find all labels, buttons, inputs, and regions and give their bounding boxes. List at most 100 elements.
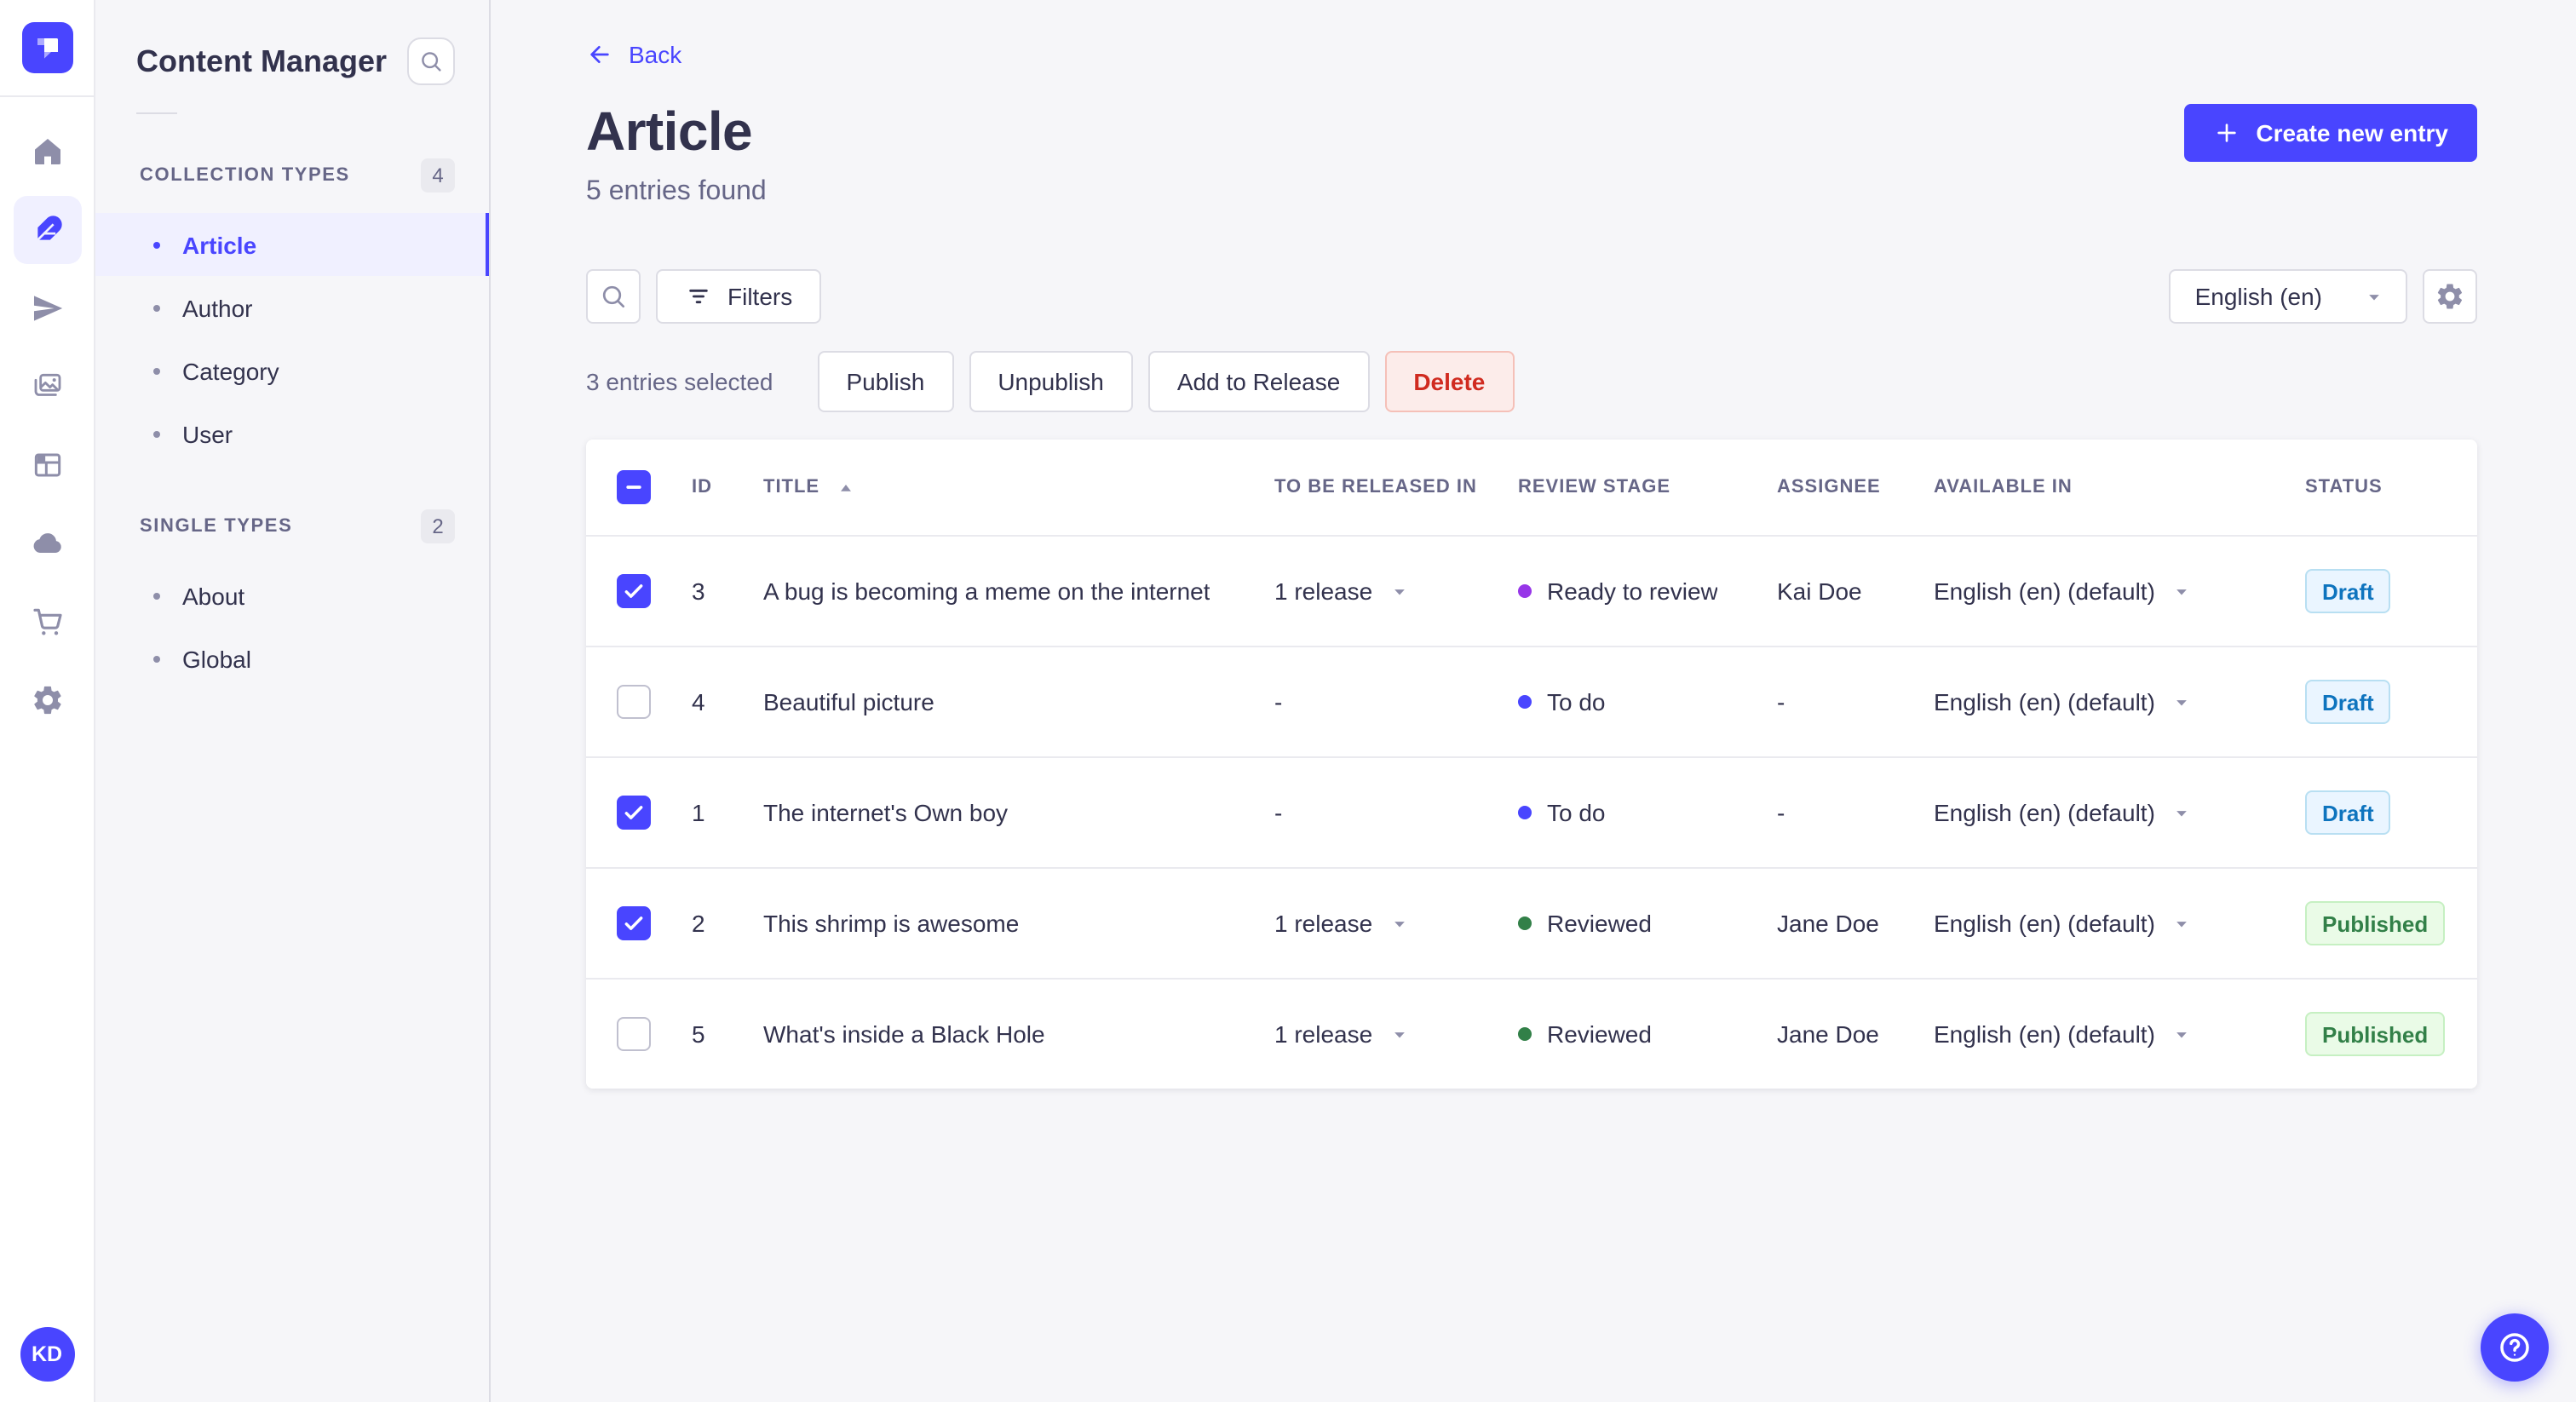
status-badge: Draft — [2305, 569, 2391, 613]
cell-title: What's inside a Black Hole — [763, 1020, 1274, 1048]
sidebar-item-article[interactable]: Article — [95, 213, 489, 276]
toolbar-left: Filters — [586, 269, 822, 324]
sidebar-item-user[interactable]: User — [95, 402, 489, 465]
cell-assignee: - — [1777, 799, 1934, 826]
locale-label: English (en) (default) — [1934, 688, 2155, 715]
app-root: KD Content Manager COLLECTION TYPES 4 Arti… — [0, 0, 2576, 1402]
add-to-release-button[interactable]: Add to Release — [1147, 351, 1370, 412]
row-checkbox[interactable] — [617, 906, 651, 940]
table-row[interactable]: 1 The internet's Own boy - To do - English (e… — [586, 756, 2477, 867]
cell-id: 5 — [692, 1020, 705, 1048]
filters-button[interactable]: Filters — [656, 269, 822, 324]
chevron-down-icon[interactable] — [2171, 691, 2193, 713]
rail-item-paper-plane[interactable] — [13, 274, 81, 342]
selection-count: 3 entries selected — [586, 368, 773, 395]
release-value: 1 release — [1274, 577, 1373, 605]
status-badge: Published — [2305, 901, 2446, 945]
publish-button[interactable]: Publish — [817, 351, 954, 412]
sidebar-item-label: User — [182, 420, 233, 447]
cell-status: Draft — [2305, 569, 2477, 613]
search-icon[interactable] — [407, 37, 455, 85]
rail-item-home[interactable] — [13, 118, 81, 186]
bullet-icon — [153, 304, 160, 311]
search-icon-glyph — [598, 281, 629, 312]
status-badge: Draft — [2305, 790, 2391, 835]
check-icon — [620, 799, 647, 826]
rail-item-cloud[interactable] — [13, 509, 81, 577]
sidebar-sections: COLLECTION TYPES 4 Article Author Category Us… — [95, 155, 489, 690]
sidebar-item-label: About — [182, 582, 245, 609]
header-cell-assignee[interactable]: ASSIGNEE — [1777, 477, 1934, 497]
table-row[interactable]: 2 This shrimp is awesome 1 release Reviewed… — [586, 867, 2477, 978]
chevron-down-icon[interactable] — [1388, 580, 1410, 602]
sidebar-item-about[interactable]: About — [95, 564, 489, 627]
row-checkbox[interactable] — [617, 796, 651, 830]
search-icon[interactable] — [586, 269, 641, 324]
header-cell-id[interactable]: ID — [681, 477, 763, 497]
release-value: - — [1274, 688, 1283, 715]
help-button[interactable] — [2481, 1313, 2549, 1382]
header-cell-title[interactable]: TITLE — [763, 476, 1274, 498]
chevron-down-icon[interactable] — [2171, 1023, 2193, 1045]
row-checkbox[interactable] — [617, 685, 651, 719]
cell-id: 1 — [692, 799, 705, 826]
assignee-name: Jane Doe — [1777, 1020, 1879, 1048]
cell-available-in: English (en) (default) — [1934, 799, 2305, 826]
rail-item-gear[interactable] — [13, 666, 81, 734]
sidebar-item-label: Article — [182, 231, 257, 258]
chevron-down-icon[interactable] — [1388, 912, 1410, 934]
table-row[interactable]: 3 A bug is becoming a meme on the interne… — [586, 535, 2477, 646]
rail-bottom: KD — [0, 1327, 94, 1382]
release-value: 1 release — [1274, 910, 1373, 937]
chevron-down-icon[interactable] — [2171, 580, 2193, 602]
release-value: 1 release — [1274, 1020, 1373, 1048]
locale-value: English (en) — [2194, 283, 2322, 310]
delete-button[interactable]: Delete — [1384, 351, 1515, 412]
header-cell-review-stage[interactable]: REVIEW STAGE — [1518, 477, 1777, 497]
back-link[interactable]: Back — [586, 41, 681, 68]
header-cell-status[interactable]: STATUS — [2305, 477, 2477, 497]
rail-item-images[interactable] — [13, 353, 81, 421]
bullet-icon — [153, 592, 160, 599]
row-checkbox[interactable] — [617, 574, 651, 608]
rail-item-layout[interactable] — [13, 431, 81, 499]
toolbar: Filters English (en) — [586, 269, 2477, 324]
rail-item-feather[interactable] — [13, 196, 81, 264]
cell-available-in: English (en) (default) — [1934, 1020, 2305, 1048]
status-badge: Draft — [2305, 680, 2391, 724]
avatar[interactable]: KD — [20, 1327, 74, 1382]
unpublish-button[interactable]: Unpublish — [969, 351, 1133, 412]
chevron-down-icon[interactable] — [2171, 802, 2193, 824]
cell-id: 2 — [692, 910, 705, 937]
select-all-checkbox[interactable] — [617, 470, 651, 504]
entry-title: Beautiful picture — [763, 688, 934, 715]
table-row[interactable]: 5 What's inside a Black Hole 1 release Revi… — [586, 978, 2477, 1089]
settings-icon[interactable] — [2423, 269, 2477, 324]
chevron-down-icon[interactable] — [2171, 912, 2193, 934]
create-entry-label: Create new entry — [2256, 119, 2448, 147]
locale-select[interactable]: English (en) — [2169, 269, 2407, 324]
sidebar-item-author[interactable]: Author — [95, 276, 489, 339]
rail-item-cart[interactable] — [13, 588, 81, 656]
header-cell-available-in[interactable]: AVAILABLE IN — [1934, 477, 2305, 497]
question-mark-icon — [2496, 1329, 2533, 1366]
create-entry-button[interactable]: Create new entry — [2184, 104, 2477, 162]
chevron-down-icon[interactable] — [1388, 1023, 1410, 1045]
table-row[interactable]: 4 Beautiful picture - To do - English (en) (d… — [586, 646, 2477, 756]
row-checkbox[interactable] — [617, 1017, 651, 1051]
sidebar-title: Content Manager — [136, 43, 388, 78]
status-badge: Published — [2305, 1012, 2446, 1056]
sort-asc-icon[interactable] — [835, 476, 857, 498]
rail-nav — [13, 118, 81, 734]
sidebar-item-global[interactable]: Global — [95, 627, 489, 690]
sidebar-item-category[interactable]: Category — [95, 339, 489, 402]
cell-available-in: English (en) (default) — [1934, 910, 2305, 937]
icon-rail: KD — [0, 0, 95, 1402]
selection-actions: Publish Unpublish Add to Release Delete — [817, 351, 1515, 412]
sidebar-list: About Global — [95, 564, 489, 690]
header-cell-release[interactable]: TO BE RELEASED IN — [1274, 477, 1518, 497]
paper-plane-icon — [30, 291, 64, 325]
cell-release: - — [1274, 688, 1518, 715]
strapi-logo[interactable] — [21, 22, 72, 73]
gear-icon — [30, 683, 64, 717]
